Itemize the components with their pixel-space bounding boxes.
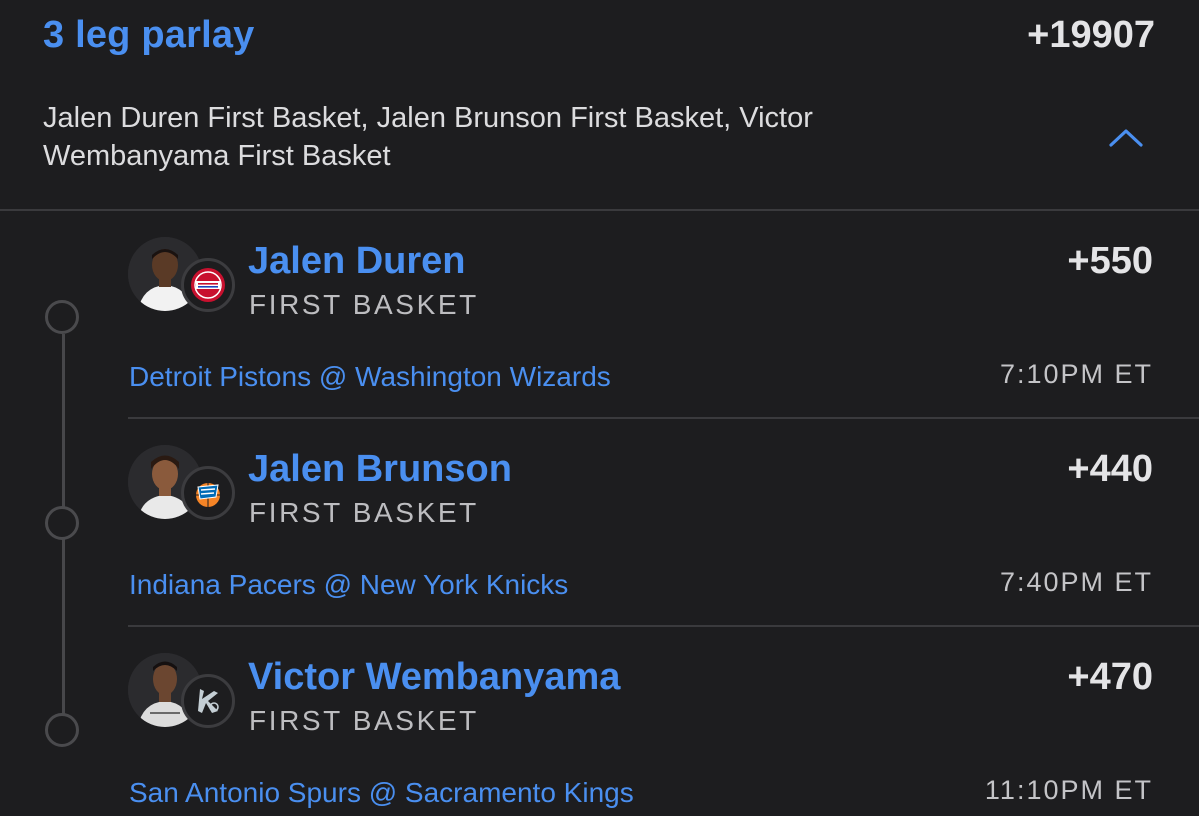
parlay-bet-card: 3 leg parlay +19907 Jalen Duren First Ba… — [0, 0, 1199, 816]
game-time: 11:10PM ET — [984, 775, 1153, 805]
collapse-toggle-button[interactable] — [1106, 124, 1146, 154]
game-time: 7:40PM ET — [999, 567, 1153, 597]
player-name[interactable]: Jalen Duren — [248, 240, 466, 283]
parlay-title: 3 leg parlay — [43, 14, 255, 56]
parlay-leg[interactable]: Jalen Duren FIRST BASKET +550 Detroit Pi… — [0, 211, 1199, 419]
spurs-logo-icon — [181, 674, 235, 728]
game-matchup-link[interactable]: Detroit Pistons @ Washington Wizards — [129, 361, 611, 393]
market-type: FIRST BASKET — [249, 497, 479, 528]
leg-odds: +470 — [1067, 656, 1153, 698]
parlay-leg[interactable]: Jalen Brunson FIRST BASKET +440 Indiana … — [0, 419, 1199, 627]
game-matchup-link[interactable]: San Antonio Spurs @ Sacramento Kings — [129, 777, 634, 809]
leg-odds: +550 — [1067, 240, 1153, 282]
leg-odds: +440 — [1067, 448, 1153, 490]
player-name[interactable]: Victor Wembanyama — [248, 656, 620, 699]
chevron-up-icon — [1109, 129, 1143, 147]
game-time: 7:10PM ET — [999, 359, 1153, 389]
parlay-leg[interactable]: Victor Wembanyama FIRST BASKET +470 San … — [0, 627, 1199, 816]
parlay-odds: +19907 — [1027, 14, 1155, 56]
parlay-summary: Jalen Duren First Basket, Jalen Brunson … — [43, 102, 813, 172]
game-matchup-link[interactable]: Indiana Pacers @ New York Knicks — [129, 569, 568, 601]
market-type: FIRST BASKET — [249, 705, 479, 736]
player-name[interactable]: Jalen Brunson — [248, 448, 512, 491]
pistons-logo-icon — [181, 258, 235, 312]
market-type: FIRST BASKET — [249, 289, 479, 320]
knicks-logo-icon — [181, 466, 235, 520]
